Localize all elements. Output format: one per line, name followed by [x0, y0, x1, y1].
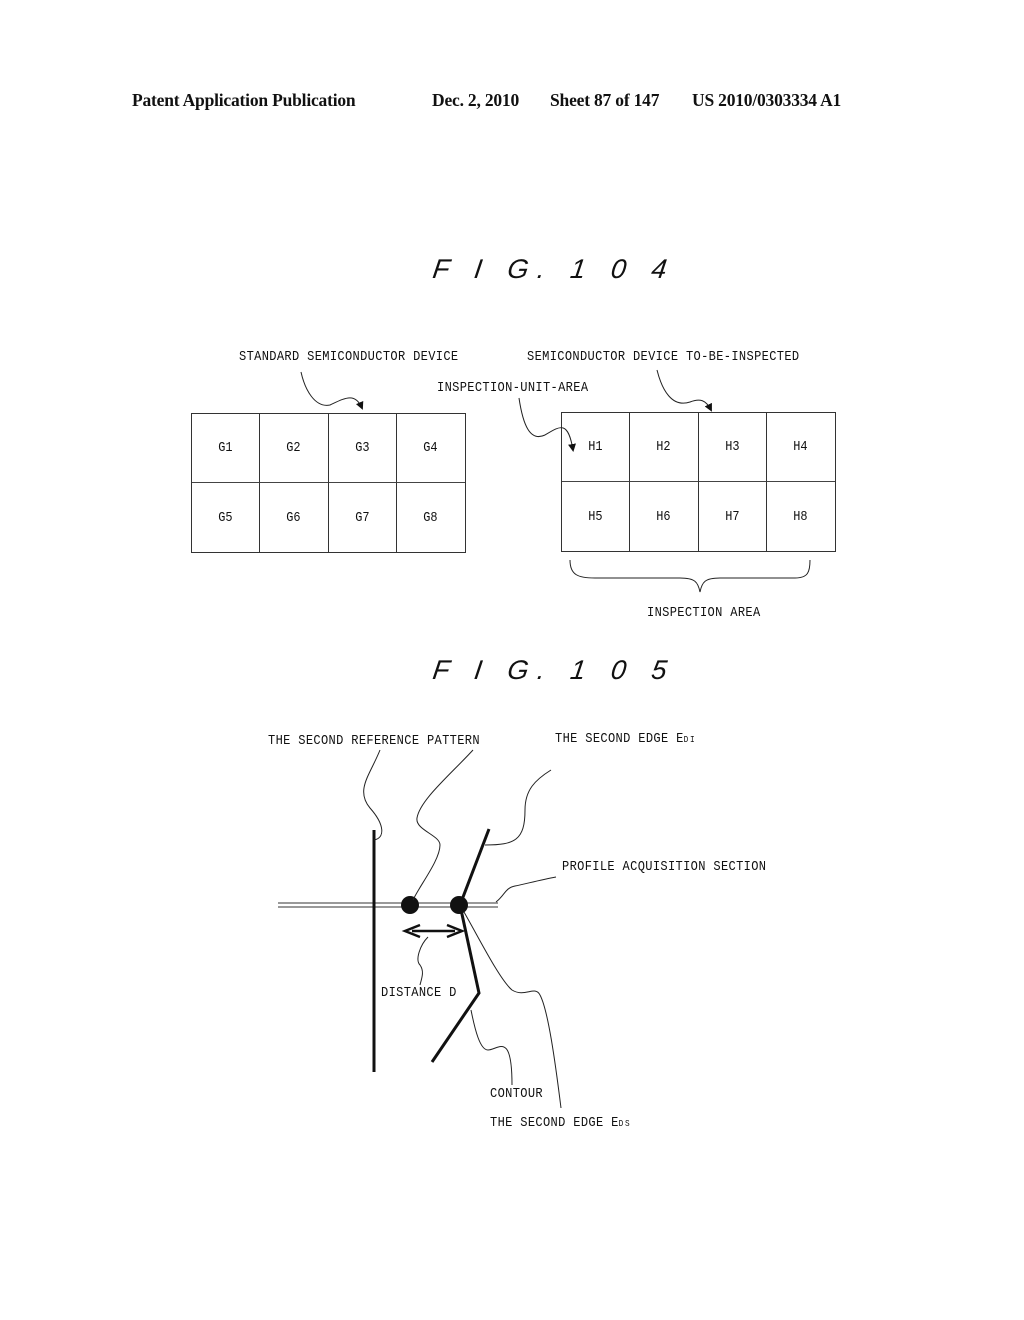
leader-profile-section — [495, 876, 557, 903]
reference-point — [401, 896, 419, 914]
leader-standard-device — [300, 371, 364, 410]
leader-second-edge-ds — [463, 911, 562, 1109]
edge-point — [450, 896, 468, 914]
leader-inspection-unit-area — [518, 397, 576, 452]
leader-reference-pattern — [363, 749, 383, 841]
contour-line — [430, 828, 491, 1063]
inspection-area-brace — [569, 559, 811, 593]
leader-distance — [417, 936, 429, 986]
leader-second-edge-di — [484, 769, 552, 846]
leader-second-edge-di-ref — [412, 749, 474, 901]
drawing-lines — [278, 369, 811, 1109]
leader-device-to-be-inspected — [656, 369, 712, 412]
leader-contour — [470, 1009, 513, 1086]
